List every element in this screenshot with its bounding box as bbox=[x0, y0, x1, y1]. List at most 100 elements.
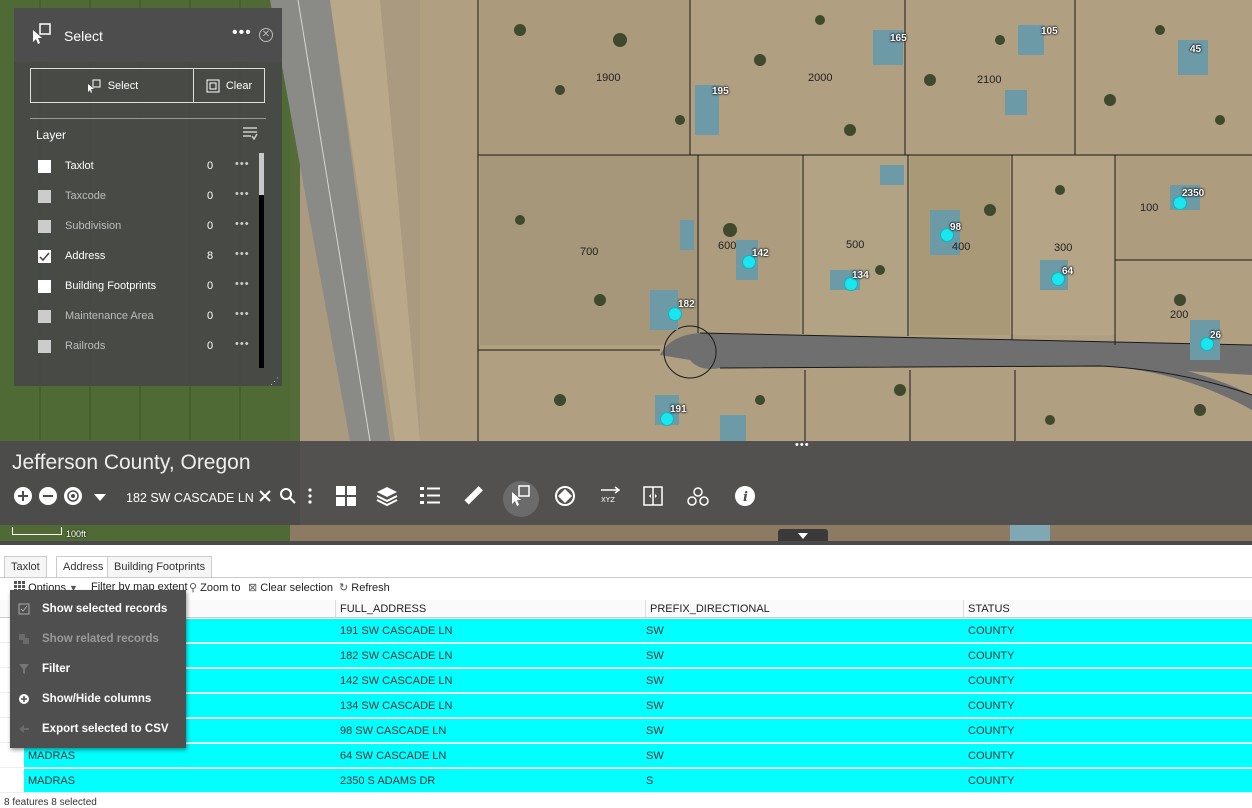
table-row[interactable]: MADRAS 64 SW CASCADE LN SW COUNTY bbox=[24, 744, 1252, 768]
layer-checkbox[interactable] bbox=[38, 310, 51, 323]
layer-count: 0 bbox=[207, 310, 214, 322]
layer-name: Taxlot bbox=[65, 160, 94, 172]
measure-icon[interactable] bbox=[461, 484, 485, 508]
select-button[interactable]: Select bbox=[30, 68, 194, 103]
layer-count: 0 bbox=[207, 280, 214, 292]
search-icon[interactable] bbox=[279, 487, 297, 505]
find-location-icon[interactable] bbox=[686, 484, 710, 508]
coordinate-conversion-icon[interactable]: XYZ bbox=[598, 484, 622, 508]
tab-taxlot[interactable]: Taxlot bbox=[4, 556, 47, 577]
search-input[interactable]: 182 SW CASCADE LN bbox=[126, 491, 254, 505]
zoom-in-icon[interactable] bbox=[14, 487, 32, 505]
table-row[interactable]: 134 SW CASCADE LN SW COUNTY bbox=[24, 694, 1252, 718]
select-tool-icon bbox=[33, 23, 51, 44]
refresh-icon: ↻ bbox=[339, 582, 349, 594]
menu-item-show-hide-columns[interactable]: Show/Hide columns bbox=[10, 684, 186, 714]
layer-options-icon[interactable] bbox=[242, 126, 258, 140]
locate-icon[interactable] bbox=[64, 487, 82, 505]
layer-row-taxcode[interactable]: Taxcode 0 ••• bbox=[38, 186, 258, 206]
layer-more-icon[interactable]: ••• bbox=[235, 308, 250, 320]
cell-city: MADRAS bbox=[28, 775, 76, 787]
select-panel-title: Select bbox=[64, 28, 103, 44]
menu-item-filter[interactable]: Filter bbox=[10, 654, 186, 684]
scrollbar-thumb[interactable] bbox=[259, 153, 264, 195]
cell-status: COUNTY bbox=[968, 675, 1015, 687]
clear-selection-button[interactable]: ⊠ Clear selection bbox=[248, 581, 333, 594]
cell-full-address: 142 SW CASCADE LN bbox=[340, 675, 453, 687]
column-header-prefix-directional[interactable]: PREFIX_DIRECTIONAL bbox=[646, 600, 964, 618]
cell-full-address: 64 SW CASCADE LN bbox=[340, 750, 447, 762]
menu-item-show-selected-records[interactable]: Show selected records bbox=[10, 594, 186, 624]
clear-search-icon[interactable] bbox=[256, 487, 274, 505]
layer-more-icon[interactable]: ••• bbox=[235, 158, 250, 170]
lot-label: 600 bbox=[718, 240, 737, 252]
attribute-table-panel: Taxlot Address Building Footprints Optio… bbox=[0, 541, 1252, 808]
menu-item-label: Show selected records bbox=[42, 603, 168, 615]
layer-checkbox[interactable] bbox=[38, 280, 51, 293]
draw-icon[interactable] bbox=[553, 484, 577, 508]
close-icon[interactable]: ✕ bbox=[259, 28, 273, 42]
layer-count: 0 bbox=[207, 190, 214, 202]
layer-more-icon[interactable]: ••• bbox=[235, 248, 250, 260]
layer-checkbox[interactable] bbox=[38, 160, 51, 173]
layer-more-icon[interactable]: ••• bbox=[235, 188, 250, 200]
layer-row-taxlot[interactable]: Taxlot 0 ••• bbox=[38, 156, 258, 176]
drag-handle-icon[interactable]: ••• bbox=[795, 439, 810, 451]
layer-more-icon[interactable]: ••• bbox=[235, 278, 250, 290]
column-header-full-address[interactable]: FULL_ADDRESS bbox=[336, 600, 646, 618]
column-header-status[interactable]: STATUS bbox=[964, 600, 1252, 618]
layer-checkbox[interactable] bbox=[38, 220, 51, 233]
table-row[interactable]: 182 SW CASCADE LN SW COUNTY bbox=[24, 644, 1252, 668]
cell-full-address: 191 SW CASCADE LN bbox=[340, 625, 453, 637]
export-icon bbox=[19, 725, 29, 733]
selected-records-icon bbox=[18, 603, 30, 615]
address-label: 26 bbox=[1210, 330, 1222, 341]
table-row[interactable]: MADRAS 2350 S ADAMS DR S COUNTY bbox=[24, 769, 1252, 793]
layer-row-building-footprints[interactable]: Building Footprints 0 ••• bbox=[38, 276, 258, 296]
tab-address[interactable]: Address bbox=[56, 556, 111, 578]
cell-prefix: SW bbox=[646, 750, 664, 762]
refresh-button[interactable]: ↻ Refresh bbox=[339, 581, 390, 594]
menu-item-label: Show/Hide columns bbox=[42, 693, 152, 705]
select-tool-icon[interactable] bbox=[509, 484, 533, 508]
layer-row-railrods[interactable]: Railrods 0 ••• bbox=[38, 336, 258, 356]
layers-icon[interactable] bbox=[375, 484, 399, 508]
address-label: 195 bbox=[712, 86, 729, 97]
tab-building-footprints[interactable]: Building Footprints bbox=[107, 556, 213, 577]
chevron-down-icon bbox=[798, 533, 808, 539]
layer-more-icon[interactable]: ••• bbox=[235, 338, 250, 350]
resize-handle-icon[interactable]: ⋰ bbox=[270, 376, 279, 387]
svg-text:i: i bbox=[743, 490, 748, 505]
layer-checkbox[interactable] bbox=[38, 340, 51, 353]
legend-icon[interactable] bbox=[418, 484, 442, 508]
more-vertical-icon[interactable] bbox=[306, 487, 314, 505]
clear-button-label: Clear bbox=[225, 79, 253, 92]
lot-label: 700 bbox=[580, 246, 599, 258]
table-row[interactable]: 191 SW CASCADE LN SW COUNTY bbox=[24, 619, 1252, 643]
zoom-to-button[interactable]: ⚲ Zoom to bbox=[189, 581, 240, 594]
columns-icon bbox=[19, 694, 29, 704]
cell-full-address: 2350 S ADAMS DR bbox=[340, 775, 436, 787]
row-selector[interactable] bbox=[0, 769, 24, 793]
basemap-gallery-icon[interactable] bbox=[334, 484, 358, 508]
menu-item-label: Export selected to CSV bbox=[42, 723, 169, 735]
layer-more-icon[interactable]: ••• bbox=[235, 218, 250, 230]
layer-checkbox-checked[interactable] bbox=[38, 250, 51, 263]
search-source-dropdown-icon[interactable] bbox=[94, 494, 106, 501]
layer-name: Maintenance Area bbox=[65, 310, 154, 322]
table-row[interactable]: 98 SW CASCADE LN SW COUNTY bbox=[24, 719, 1252, 743]
menu-item-show-related-records[interactable]: Show related records bbox=[10, 624, 186, 654]
layer-row-maintenance-area[interactable]: Maintenance Area 0 ••• bbox=[38, 306, 258, 326]
zoom-out-icon[interactable] bbox=[39, 487, 57, 505]
swipe-icon[interactable] bbox=[641, 484, 665, 508]
panel-more-icon[interactable]: ••• bbox=[232, 24, 252, 42]
cell-prefix: SW bbox=[646, 675, 664, 687]
layer-count: 0 bbox=[207, 220, 214, 232]
layer-row-address[interactable]: Address 8 ••• bbox=[38, 246, 258, 266]
table-row[interactable]: 142 SW CASCADE LN SW COUNTY bbox=[24, 669, 1252, 693]
menu-item-export-csv[interactable]: Export selected to CSV bbox=[10, 714, 186, 744]
info-icon[interactable]: i bbox=[733, 484, 757, 508]
clear-button[interactable]: Clear bbox=[193, 68, 265, 103]
layer-row-subdivision[interactable]: Subdivision 0 ••• bbox=[38, 216, 258, 236]
layer-checkbox[interactable] bbox=[38, 190, 51, 203]
